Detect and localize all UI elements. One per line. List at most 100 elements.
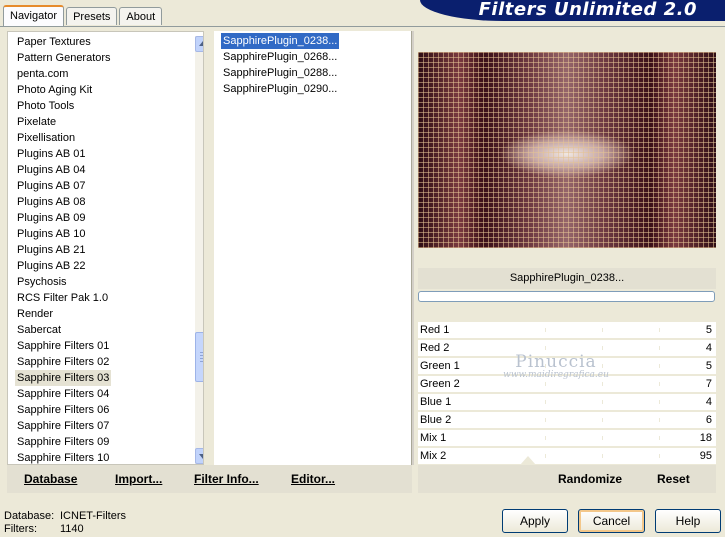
help-button[interactable]: Help [655,509,721,533]
category-item[interactable]: Sapphire Filters 10 [15,450,111,464]
parameter-value: 7 [705,378,712,390]
apply-button[interactable]: Apply [502,509,568,533]
parameter-name: Green 1 [420,360,460,372]
slider-tick [545,436,546,440]
slider-track [488,358,716,375]
panel-divider [411,31,414,465]
category-item[interactable]: Psychosis [15,274,69,290]
category-item[interactable]: Plugins AB 09 [15,210,88,226]
category-item[interactable]: Sapphire Filters 09 [15,434,111,450]
slider-tick [659,400,660,404]
brand-banner: Filters Unlimited 2.0 [420,0,725,21]
grip-line [200,352,203,353]
category-item[interactable]: Paper Textures [15,34,93,50]
category-item[interactable]: Plugins AB 07 [15,178,88,194]
parameter-name: Red 1 [420,324,450,336]
category-item[interactable]: Photo Tools [15,98,76,114]
category-item[interactable]: Plugins AB 01 [15,146,88,162]
filter-item[interactable]: SapphirePlugin_0290... [221,81,339,97]
parameter-value: 5 [705,360,712,372]
parameter-slider[interactable]: Mix 2 95 [418,448,716,465]
category-item[interactable]: Pixelate [15,114,58,130]
slider-tick [659,328,660,332]
parameter-name: Blue 2 [420,414,452,426]
category-scrollbar[interactable] [195,36,203,464]
slider-tick [602,328,603,332]
status-filters-label: Filters: [4,523,37,535]
parameter-slider[interactable]: Red 2 4 [418,340,716,357]
category-item[interactable]: Plugins AB 10 [15,226,88,242]
scroll-down-button[interactable] [195,448,203,464]
category-item[interactable]: Pixellisation [15,130,77,146]
reset-button[interactable]: Reset [657,465,690,493]
slider-track [488,376,716,393]
category-item[interactable]: Plugins AB 22 [15,258,88,274]
tab-navigator[interactable]: Navigator [3,5,65,26]
category-item[interactable]: Plugins AB 21 [15,242,88,258]
category-item[interactable]: Pattern Generators [15,50,113,66]
category-item[interactable]: penta.com [15,66,70,82]
category-item[interactable]: Plugins AB 08 [15,194,88,210]
randomize-button[interactable]: Randomize [558,465,622,493]
tab-strip: Navigator Presets About [3,5,164,27]
cancel-button[interactable]: Cancel [578,509,645,533]
slider-tick [545,382,546,386]
slider-tick [602,400,603,404]
slider-tick [602,346,603,350]
category-list[interactable]: Paper Textures Pattern Generators penta.co… [7,31,204,465]
preview-image [418,52,716,248]
navigator-toolbar: Database Import... Filter Info... Editor… [7,465,412,493]
filter-item[interactable]: SapphirePlugin_0238... [221,33,340,49]
filter-info-button[interactable]: Filter Info... [194,465,259,493]
parameter-name: Blue 1 [420,396,452,408]
category-item[interactable]: Plugins AB 04 [15,162,88,178]
category-item[interactable]: Photo Aging Kit [15,82,94,98]
status-filters-value: 1140 [60,523,84,535]
scroll-thumb[interactable] [195,332,203,382]
category-item[interactable]: Sapphire Filters 03 [15,370,112,386]
grip-line [200,361,203,362]
tab-divider [0,26,725,27]
parameter-slider[interactable]: Red 1 5 [418,322,716,339]
slider-tick [545,364,546,368]
parameter-slider[interactable]: Mix 1 18 [418,430,716,447]
parameter-value: 6 [705,414,712,426]
parameter-slider[interactable]: Green 2 7 [418,376,716,393]
editor-button[interactable]: Editor... [291,465,335,493]
tab-about[interactable]: About [119,7,163,25]
slider-track [488,340,716,357]
category-item[interactable]: Sapphire Filters 07 [15,418,111,434]
category-item[interactable]: Sabercat [15,322,63,338]
slider-pointer [520,456,536,465]
status-area: Database: ICNET-Filters Filters: 1140 [4,510,126,536]
tab-presets[interactable]: Presets [66,7,118,25]
category-item[interactable]: Render [15,306,55,322]
slider-tick [659,382,660,386]
slider-tick [659,454,660,458]
parameter-toolbar: Randomize Reset [418,465,716,493]
category-item[interactable]: Sapphire Filters 04 [15,386,111,402]
parameter-list: Red 1 5 Red 2 4 Green 1 5 Green 2 7 Blue 1 4 Blue … [418,322,716,466]
filter-item[interactable]: SapphirePlugin_0268... [221,49,339,65]
category-item[interactable]: RCS Filter Pak 1.0 [15,290,110,306]
parameter-slider[interactable]: Green 1 5 [418,358,716,375]
category-item[interactable]: Sapphire Filters 02 [15,354,111,370]
slider-track [488,430,716,447]
chevron-down-icon [199,454,203,459]
filter-info-label: Filter Info... [194,472,259,486]
parameter-name: Red 2 [420,342,450,354]
filter-list[interactable]: SapphirePlugin_0238... SapphirePlugin_026… [214,31,411,465]
parameter-slider[interactable]: Blue 2 6 [418,412,716,429]
scroll-up-button[interactable] [195,36,203,52]
category-item[interactable]: Sapphire Filters 01 [15,338,111,354]
slider-tick [545,454,546,458]
import-button[interactable]: Import... [115,465,162,493]
database-label: Database [24,472,78,486]
database-button[interactable]: Database [24,465,77,493]
parameter-value: 5 [705,324,712,336]
parameter-slider[interactable]: Blue 1 4 [418,394,716,411]
category-item[interactable]: Sapphire Filters 06 [15,402,111,418]
progress-bar [418,291,715,302]
filter-item[interactable]: SapphirePlugin_0288... [221,65,339,81]
grip-line [200,358,203,359]
